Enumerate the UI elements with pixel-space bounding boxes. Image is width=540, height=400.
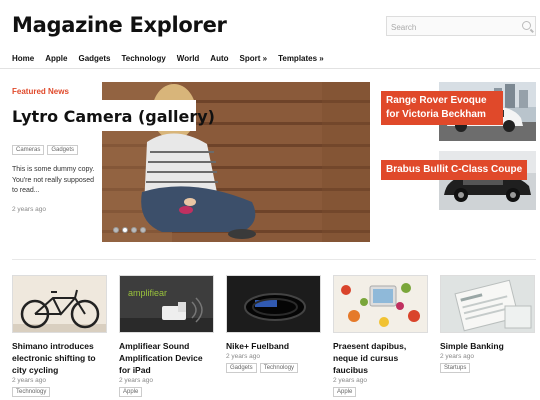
- side-item-title[interactable]: Range Rover Evoque for Victoria Beckham: [381, 91, 503, 125]
- site-title[interactable]: Magazine Explorer: [12, 13, 227, 37]
- nav-item-technology[interactable]: Technology: [121, 54, 165, 63]
- section-divider: [12, 259, 536, 260]
- card-tags: Apple: [119, 387, 216, 397]
- tag[interactable]: Apple: [119, 387, 143, 397]
- article-card: Shimano introduces electronic shifting t…: [12, 275, 109, 397]
- tag[interactable]: Technology: [12, 387, 51, 397]
- side-item-title[interactable]: Brabus Bullit C-Class Coupe: [381, 160, 528, 180]
- article-card: amplifiear Amplifiear Sound Amplificatio…: [119, 275, 216, 397]
- nav-item-world[interactable]: World: [177, 54, 200, 63]
- article-card: Praesent dapibus, neque id cursus faucib…: [333, 275, 430, 397]
- search-box[interactable]: [386, 16, 536, 37]
- nav-item-gadgets[interactable]: Gadgets: [78, 54, 110, 63]
- nav-item-apple[interactable]: Apple: [45, 54, 67, 63]
- card-time: 2 years ago: [226, 353, 260, 360]
- card-title[interactable]: Praesent dapibus, neque id cursus faucib…: [333, 340, 430, 376]
- nav-item-home[interactable]: Home: [12, 54, 34, 63]
- card-time: 2 years ago: [440, 353, 474, 360]
- tag[interactable]: Technology: [259, 363, 299, 373]
- card-image[interactable]: amplifiear: [119, 275, 214, 333]
- nav-item-auto[interactable]: Auto: [210, 54, 228, 63]
- card-tags: Gadgets Technology: [226, 363, 323, 373]
- main-nav: Home Apple Gadgets Technology World Auto…: [12, 54, 335, 63]
- search-icon[interactable]: [522, 21, 531, 30]
- card-image[interactable]: [12, 275, 107, 333]
- card-thumb-text: amplifiear: [128, 288, 167, 298]
- nav-item-templates[interactable]: Templates »: [278, 54, 324, 63]
- tag[interactable]: Gadgets: [47, 145, 79, 155]
- card-tags: Technology: [12, 387, 109, 397]
- tag[interactable]: Cameras: [12, 145, 45, 155]
- slider-dot[interactable]: [113, 227, 119, 233]
- card-time: 2 years ago: [119, 377, 153, 384]
- featured-label: Featured News: [12, 87, 69, 96]
- tag[interactable]: Apple: [333, 387, 357, 397]
- card-tags: Apple: [333, 387, 430, 397]
- card-title[interactable]: Simple Banking: [440, 340, 537, 352]
- card-title[interactable]: Amplifiear Sound Amplification Device fo…: [119, 340, 216, 376]
- search-input[interactable]: [387, 18, 515, 37]
- article-card: Simple Banking 2 years ago Startups: [440, 275, 537, 373]
- card-image[interactable]: [440, 275, 535, 333]
- featured-time: 2 years ago: [12, 206, 46, 213]
- slider-dots: [113, 227, 146, 233]
- card-tags: Startups: [440, 363, 537, 373]
- featured-tags: Cameras Gadgets: [12, 145, 79, 155]
- slider-dot-active[interactable]: [122, 227, 128, 233]
- nav-item-sport[interactable]: Sport »: [240, 54, 268, 63]
- nav-divider: [0, 68, 540, 69]
- card-image[interactable]: [333, 275, 428, 333]
- slider-dot[interactable]: [140, 227, 146, 233]
- card-time: 2 years ago: [333, 377, 367, 384]
- article-card: Nike+ Fuelband 2 years ago Gadgets Techn…: [226, 275, 323, 373]
- tag[interactable]: Startups: [440, 363, 471, 373]
- card-title[interactable]: Shimano introduces electronic shifting t…: [12, 340, 109, 376]
- tag[interactable]: Gadgets: [226, 363, 257, 373]
- card-image[interactable]: [226, 275, 321, 333]
- card-title[interactable]: Nike+ Fuelband: [226, 340, 323, 352]
- slider-dot[interactable]: [131, 227, 137, 233]
- featured-excerpt: This is some dummy copy. You're not real…: [12, 166, 95, 194]
- featured-title[interactable]: Lytro Camera (gallery): [12, 107, 215, 126]
- card-time: 2 years ago: [12, 377, 46, 384]
